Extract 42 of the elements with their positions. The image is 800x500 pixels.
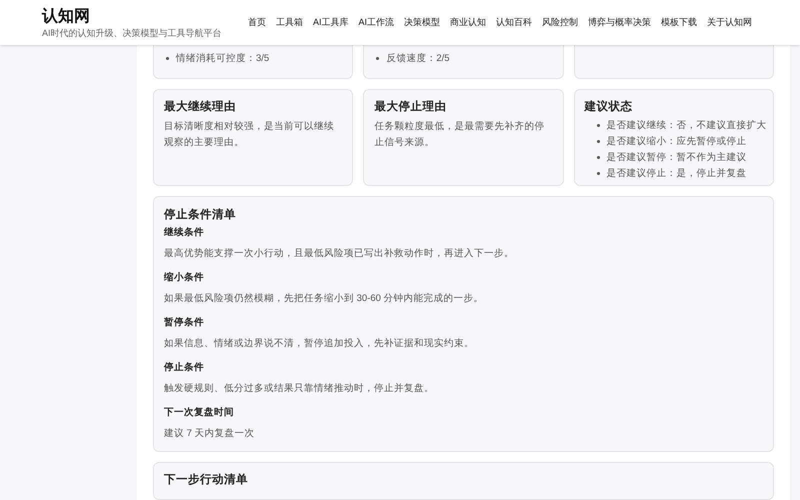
condition-heading: 停止条件	[164, 361, 205, 374]
bullet-icon	[376, 57, 380, 60]
list-item: 是否建议缩小：应先暂停或停止	[606, 135, 747, 148]
nav-link[interactable]: 工具箱	[276, 16, 303, 30]
card-title: 下一步行动清单	[164, 472, 249, 488]
card-text: 任务颗粒度最低，是最需要先补齐的停止信号来源。	[374, 120, 546, 150]
card-title: 建议状态	[584, 99, 634, 115]
condition-text: 建议 7 天内复盘一次	[164, 427, 256, 440]
bullet-icon	[166, 57, 169, 60]
condition-heading: 暂停条件	[164, 316, 205, 330]
site-tagline: AI时代的认知升级、决策模型与工具导航平台	[42, 26, 222, 38]
bullet-icon	[596, 124, 600, 127]
card-title: 最大停止理由	[374, 99, 448, 115]
card-title: 最大继续理由	[164, 99, 237, 115]
bullet-icon	[596, 156, 600, 159]
list-item: 是否建议暂停：暂不作为主建议	[606, 151, 747, 164]
nav-link[interactable]: 博弈与概率决策	[588, 16, 651, 30]
list-item: 反馈速度：2/5	[386, 52, 450, 65]
bullet-icon	[596, 172, 600, 175]
list-item: 是否建议继续：否，不建议直接扩大	[606, 119, 767, 132]
nav-link[interactable]: AI工具库	[312, 16, 348, 30]
bullet-icon	[596, 140, 600, 143]
nav-link[interactable]: 商业认知	[450, 16, 486, 30]
card-title: 停止条件清单	[164, 207, 237, 224]
condition-text: 最高优势能支撑一次小行动，且最低风险项已写出补救动作时，再进入下一步。	[164, 247, 515, 260]
condition-heading: 继续条件	[164, 226, 205, 240]
card-text: 目标清晰度相对较强，是当前可以继续观察的主要理由。	[164, 120, 335, 150]
list-item: 情绪消耗可控度：3/5	[176, 52, 270, 65]
condition-text: 如果信息、情绪或边界说不清，暂停追加投入，先补证据和现实约束。	[164, 337, 475, 350]
nav-link[interactable]: 风险控制	[542, 16, 578, 30]
condition-heading: 下一次复盘时间	[164, 406, 235, 420]
nav-link[interactable]: 决策模型	[404, 16, 440, 30]
site-title[interactable]: 认知网	[42, 6, 222, 26]
condition-heading: 缩小条件	[164, 271, 205, 284]
nav-link[interactable]: 认知百科	[496, 16, 532, 30]
nav-link[interactable]: 关于认知网	[707, 16, 752, 30]
condition-text: 如果最低风险项仍然模糊，先把任务缩小到 30-60 分钟内能完成的一步。	[164, 292, 485, 306]
nav-link[interactable]: 首页	[248, 16, 266, 30]
condition-text: 触发硬规则、低分过多或结果只靠情绪推动时，停止并复盘。	[164, 382, 435, 396]
nav-link[interactable]: AI工作流	[358, 16, 394, 30]
list-item: 是否建议停止：是，停止并复盘	[606, 167, 747, 180]
nav-link[interactable]: 模板下载	[661, 16, 697, 30]
